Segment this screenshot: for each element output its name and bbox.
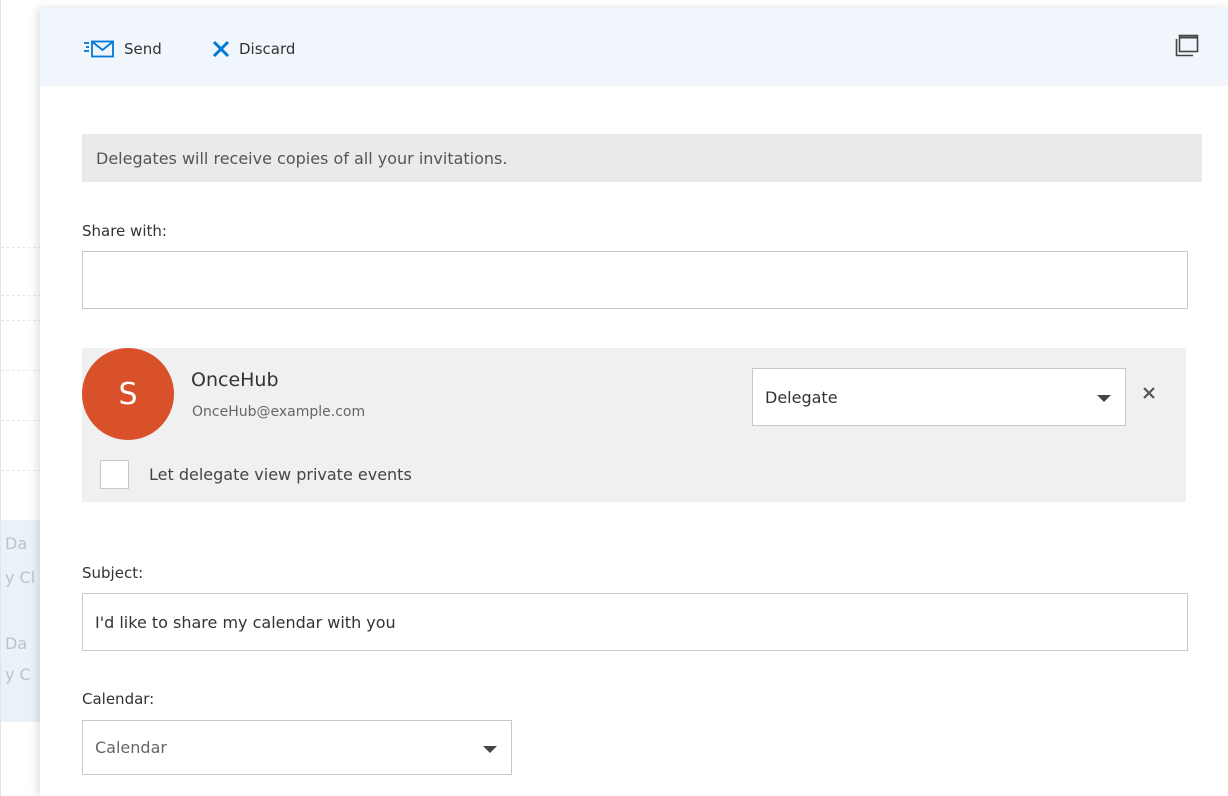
remove-delegate-icon[interactable] bbox=[1139, 383, 1159, 403]
calendar-dropdown[interactable]: Calendar bbox=[82, 720, 512, 775]
share-with-label: Share with: bbox=[82, 222, 167, 240]
close-x-icon bbox=[212, 40, 230, 58]
background-event-text: Da bbox=[5, 534, 28, 553]
permission-dropdown[interactable]: Delegate bbox=[752, 368, 1126, 426]
background-divider bbox=[1, 470, 41, 471]
avatar: S bbox=[82, 348, 174, 440]
delegate-name: OnceHub bbox=[191, 369, 279, 391]
calendar-value: Calendar bbox=[95, 738, 167, 757]
chevron-down-icon bbox=[483, 746, 497, 753]
share-calendar-panel: Send Discard Delegates will receive copi… bbox=[40, 8, 1228, 796]
compose-toolbar: Send Discard bbox=[40, 8, 1228, 86]
permission-value: Delegate bbox=[765, 387, 838, 407]
chevron-down-icon bbox=[1097, 395, 1111, 402]
background-divider bbox=[1, 295, 41, 296]
delegate-card: S OnceHub OnceHub@example.com Delegate L… bbox=[82, 348, 1186, 502]
discard-button[interactable]: Discard bbox=[212, 34, 295, 64]
send-mail-icon bbox=[84, 40, 114, 58]
background-divider bbox=[1, 320, 41, 321]
private-events-checkbox[interactable] bbox=[100, 460, 129, 489]
subject-input[interactable] bbox=[82, 593, 1188, 651]
background-divider bbox=[1, 420, 41, 421]
delegate-email: OnceHub@example.com bbox=[192, 404, 366, 420]
subject-label: Subject: bbox=[82, 564, 144, 582]
background-divider bbox=[1, 247, 41, 248]
background-event-text: Da bbox=[5, 634, 28, 653]
discard-label: Discard bbox=[239, 40, 296, 58]
pop-out-window-icon[interactable] bbox=[1174, 33, 1200, 59]
send-label: Send bbox=[124, 40, 162, 58]
delegate-info-message: Delegates will receive copies of all you… bbox=[82, 134, 1202, 182]
share-with-input[interactable] bbox=[82, 251, 1188, 309]
calendar-label: Calendar: bbox=[82, 690, 155, 708]
background-divider bbox=[1, 370, 41, 371]
background-column: Da y Cl Da y C bbox=[0, 0, 41, 796]
send-button[interactable]: Send bbox=[84, 34, 162, 64]
private-events-label: Let delegate view private events bbox=[149, 465, 412, 484]
background-event-text: y C bbox=[5, 665, 31, 684]
background-event-text: y Cl bbox=[5, 568, 36, 587]
